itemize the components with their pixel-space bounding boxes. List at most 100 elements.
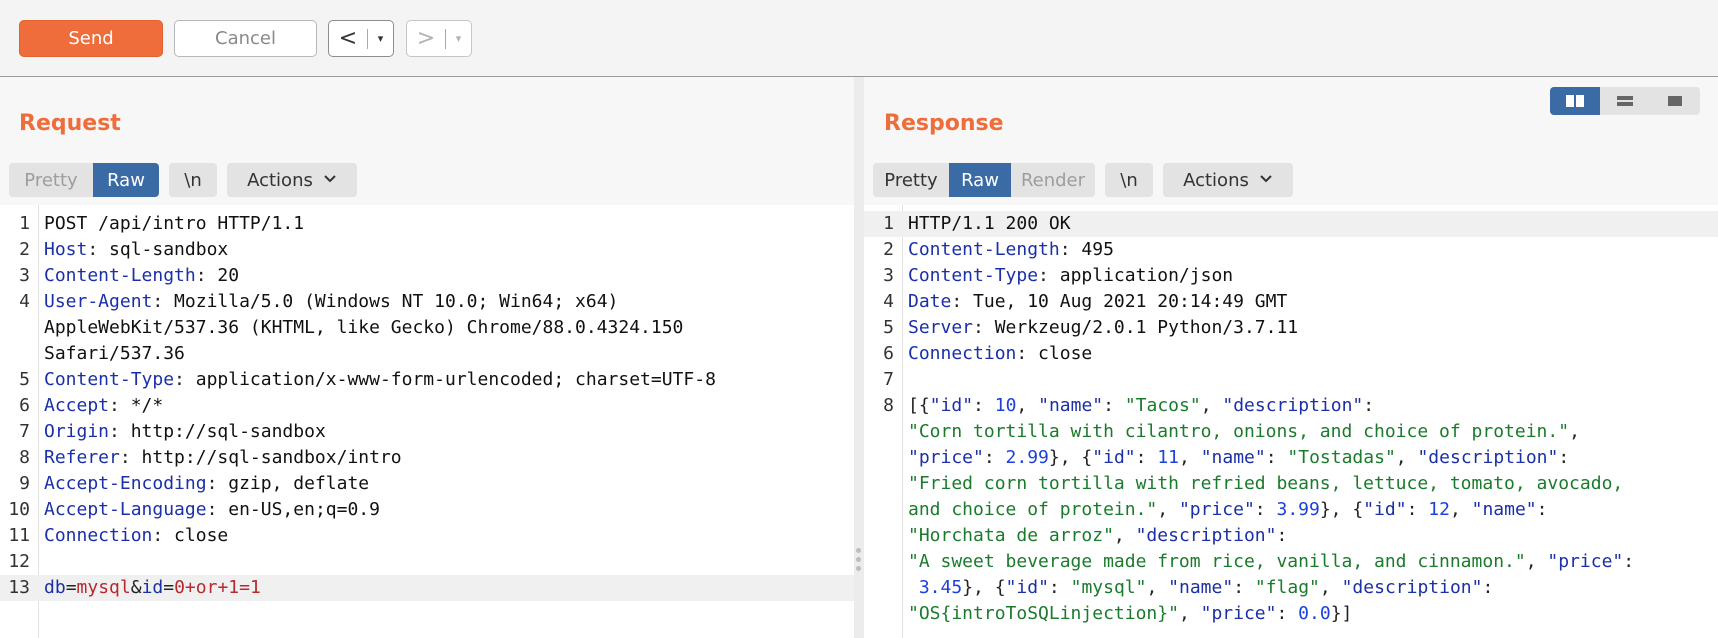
code-line: "Corn tortilla with cilantro, onions, an… [864,419,1718,445]
header-value: close [1027,343,1093,364]
line-text: Content-Type: application/json [908,263,1233,289]
json-token: 3.99 [1276,499,1320,520]
punctuation: : [152,525,164,546]
json-token: 3.45 [918,577,963,598]
line-text: "OS{introToSQLinjection}", "price": 0.0}… [908,601,1352,627]
line-text: Accept-Language: en-US,en;q=0.9 [44,497,380,523]
punctuation: : [206,499,218,520]
json-token: "mysql" [1070,577,1147,598]
code-line: 3 Content-Length: 20 [0,263,854,289]
line-text: "Corn tortilla with cilantro, onions, an… [908,419,1580,445]
actions-label: Actions [247,169,313,191]
json-token: "Corn tortilla with cilantro, onions, an… [908,421,1570,442]
request-editor[interactable]: 1 POST /api/intro HTTP/1.1 2 Host: sql-sand… [0,205,854,638]
punctuation: = [65,577,77,598]
code-line: 6 Accept: */* [0,393,854,419]
json-token: "description" [1222,395,1364,416]
header-value: gzip, deflate [217,473,370,494]
code-line: 9 Accept-Encoding: gzip, deflate [0,471,854,497]
json-token: 12 [1428,499,1450,520]
history-back-button[interactable]: < ▾ [328,20,394,57]
punctuation: : [174,369,185,390]
line-text: and choice of protein.", "price": 3.99},… [908,497,1548,523]
header-value: Tue, 10 Aug 2021 20:14:49 GMT [962,291,1288,312]
code-line: 3 Content-Type: application/json [864,263,1718,289]
tab-raw[interactable]: Raw [949,163,1011,197]
json-token: "name" [1168,577,1234,598]
header-name: Content-Type [44,369,175,390]
json-token: "name" [1200,447,1266,468]
line-text: HTTP/1.1 200 OK [908,211,1071,237]
back-arrow-icon: < [338,26,358,51]
response-editor[interactable]: 1 HTTP/1.1 200 OK 2 Content-Length: 495 3 Con… [864,205,1718,638]
layout-side-by-side-button[interactable] [1550,87,1600,115]
chevron-down-icon [1259,172,1273,188]
line-number: 3 [19,265,30,286]
layout-stacked-button[interactable] [1600,87,1650,115]
actions-menu[interactable]: Actions [1163,163,1293,197]
header-value: AppleWebKit/537.36 (KHTML, like Gecko) C… [44,317,684,338]
json-token: : [1135,447,1158,468]
code-line: 1 HTTP/1.1 200 OK [864,211,1718,237]
header-value: application/x-www-form-urlencoded; chars… [184,369,716,390]
header-value: HTTP/1.1 200 OK [908,213,1071,234]
splitter-grip-icon[interactable] [856,548,862,575]
request-lines: 1 POST /api/intro HTTP/1.1 2 Host: sql-sand… [0,211,854,601]
response-view-tabs: Pretty Raw Render \n Actions [873,163,1293,197]
header-name: Accept-Language [44,499,207,520]
header-name: Referer [44,447,120,468]
rows-icon [1617,96,1633,106]
chevron-down-icon [323,172,337,188]
history-forward-button[interactable]: > ▾ [406,20,472,57]
code-line: 4 User-Agent: Mozilla/5.0 (Windows NT 10.… [0,289,854,315]
punctuation: : [195,265,207,286]
toolbar: Send Cancel < ▾ > ▾ [0,0,1718,77]
param-value: 0+or+1=1 [174,577,261,598]
code-line: 6 Connection: close [864,341,1718,367]
code-line: "A sweet beverage made from rice, vanill… [864,549,1718,575]
code-line: Safari/537.36 [0,341,854,367]
line-text: Connection: close [44,523,228,549]
code-line: "Fried corn tortilla with refried beans,… [864,471,1718,497]
actions-menu[interactable]: Actions [227,163,357,197]
punctuation: : [951,291,963,312]
tab-raw[interactable]: Raw [93,163,159,197]
send-button[interactable]: Send [19,20,163,57]
header-value: 495 [1070,239,1114,260]
line-text: AppleWebKit/537.36 (KHTML, like Gecko) C… [44,315,683,341]
punctuation: : [87,239,99,260]
punctuation: : [1038,265,1049,286]
json-token: , [1449,499,1472,520]
line-text: Origin: http://sql-sandbox [44,419,326,445]
layout-single-button[interactable] [1650,87,1700,115]
header-name: Connection [908,343,1017,364]
chevron-down-icon[interactable]: ▾ [446,32,471,45]
tab-render[interactable]: Render [1011,163,1095,197]
response-title: Response [884,111,1004,136]
code-line: 8 [{"id": 10, "name": "Tacos", "descripti… [864,393,1718,419]
json-token: "A sweet beverage made from rice, vanill… [908,551,1526,572]
code-line: 8 Referer: http://sql-sandbox/intro [0,445,854,471]
chevron-down-icon[interactable]: ▾ [368,32,393,45]
header-name: Connection [44,525,153,546]
punctuation: : [109,395,120,416]
header-value: sql-sandbox [98,239,229,260]
cancel-button[interactable]: Cancel [174,20,317,57]
line-text: Date: Tue, 10 Aug 2021 20:14:49 GMT [908,289,1287,315]
header-value: close [163,525,229,546]
header-name: Server [908,317,974,338]
header-name: Host [44,239,88,260]
tab-pretty[interactable]: Pretty [9,163,93,197]
newline-toggle[interactable]: \n [1105,163,1153,197]
line-number: 6 [883,343,894,364]
newline-toggle[interactable]: \n [169,163,217,197]
punctuation: : [973,317,984,338]
json-token: "name" [1471,499,1537,520]
json-token: "description" [1417,447,1559,468]
tab-pretty[interactable]: Pretty [873,163,949,197]
json-token: : [973,395,995,416]
json-token: : [1276,525,1288,546]
line-text: Accept-Encoding: gzip, deflate [44,471,369,497]
param-value: mysql [76,577,131,598]
